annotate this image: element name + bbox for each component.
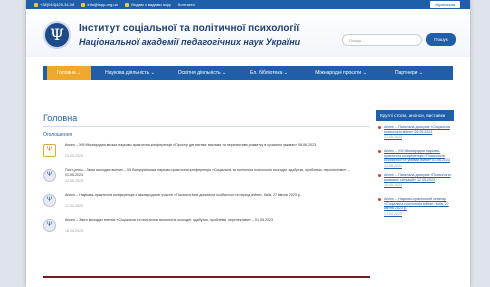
main-nav: Головна ⌄ Наукова діяльність ⌄ Освітня д… — [43, 66, 453, 80]
news-thumbnail-icon: Ψ — [43, 144, 56, 157]
news-thumbnail-icon: Ψ — [43, 219, 56, 232]
language-select[interactable]: Українська — [430, 1, 460, 8]
sidebar-link[interactable]: Анонс – XIII Міжнародна науково-практичн… — [376, 145, 454, 169]
nav-item-education[interactable]: Освітня діяльність ⌄ — [167, 66, 237, 80]
sidebar-date: 22.05.2023 — [384, 163, 402, 168]
institute-logo[interactable]: Ψ — [43, 21, 71, 49]
search-input[interactable]: Пошук... — [342, 34, 422, 46]
sidebar-date: 10.05.2023 — [384, 183, 402, 188]
list-item[interactable]: Ψ Анонс – XIII Міжнародна міська науково… — [43, 142, 370, 164]
nav-item-research[interactable]: Наукова діяльність ⌄ — [95, 66, 165, 80]
nav-item-international[interactable]: Міжнародні проєкти ⌄ — [301, 66, 381, 80]
sidebar-date: 23.05.2023 — [384, 135, 402, 140]
news-title[interactable]: Анонс – Звіти молодих вчених «Соціальна … — [65, 218, 365, 223]
sidebar-link[interactable]: Анонс – Панельна дискусія «Психологія кр… — [376, 169, 454, 193]
news-date: 22.05.2023 — [65, 179, 83, 183]
bullet-icon — [378, 126, 381, 129]
content-divider — [43, 276, 370, 278]
list-item[interactable]: Ψ Анонс – Звіти молодих вчених «Соціальн… — [43, 217, 370, 239]
top-bar: +38(044)425-34-08 info@ispp.org.ua Людям… — [26, 0, 470, 9]
bullet-icon — [378, 150, 381, 153]
nav-item-library[interactable]: Ел. бібліотека ⌄ — [239, 66, 299, 80]
news-date: 16.04.2023 — [65, 229, 83, 233]
page-frame: +38(044)425-34-08 info@ispp.org.ua Людям… — [26, 0, 470, 287]
accessibility-link[interactable]: Людям з вадами зору — [124, 0, 171, 9]
news-date: 23.05.2023 — [65, 154, 83, 158]
phone-link[interactable]: +38(044)425-34-08 — [34, 0, 74, 9]
nav-item-home[interactable]: Головна ⌄ — [47, 66, 91, 80]
news-title[interactable]: Пост-реліз – Звіти молодих вчених – VII … — [65, 168, 365, 178]
sidebar-link-text[interactable]: Анонс – Панельна дискусія «Психологія кр… — [384, 173, 451, 182]
accessibility-text: Людям з вадами зору — [130, 2, 171, 7]
news-date: 17.04.2023 — [65, 204, 83, 208]
page-title: Головна — [43, 110, 370, 127]
news-title[interactable]: Анонс – Наукова–практична конференція з … — [65, 193, 365, 198]
site-header: Ψ Інститут соціальної та політичної псих… — [26, 9, 470, 57]
bullet-icon — [378, 174, 381, 177]
news-title[interactable]: Анонс – XIII Міжнародна міська науково-п… — [65, 143, 365, 148]
sidebar-date: 17.04.2023 — [384, 211, 402, 216]
search-button[interactable]: Пошук — [426, 33, 456, 46]
phone-text: +38(044)425-34-08 — [40, 2, 75, 7]
sidebar-link-text[interactable]: Анонс – Науково-практичний семінар «Соці… — [384, 197, 449, 210]
email-text: info@ispp.org.ua — [87, 2, 118, 7]
section-label: Оголошення — [43, 132, 73, 138]
email-link[interactable]: info@ispp.org.ua — [81, 0, 118, 9]
nav-item-partners[interactable]: Партнери ⌄ — [383, 66, 435, 80]
mail-icon — [81, 2, 86, 7]
sidebar-link-text[interactable]: Анонс – Панельна дискусія «Соціальна пси… — [384, 125, 450, 134]
sidebar-heading: Круглі столи, анонси, виставки — [376, 110, 454, 121]
bullet-icon — [378, 198, 381, 201]
phone-icon — [34, 2, 38, 7]
sidebar-link[interactable]: Анонс – Науково-практичний семінар «Соці… — [376, 193, 454, 217]
sidebar: Круглі столи, анонси, виставки Анонс – П… — [376, 110, 454, 217]
contacts-link[interactable]: Контакти — [178, 0, 195, 9]
sidebar-link[interactable]: Анонс – Панельна дискусія «Соціальна пси… — [376, 121, 454, 145]
sidebar-link-text[interactable]: Анонс – XIII Міжнародна науково-практичн… — [384, 149, 450, 162]
list-item[interactable]: Ψ Анонс – Наукова–практична конференція … — [43, 192, 370, 214]
site-title-line2: Національної академії педагогічних наук … — [79, 37, 301, 47]
eye-icon — [124, 2, 129, 7]
news-thumbnail-icon: Ψ — [43, 194, 56, 207]
news-thumbnail-icon: Ψ — [43, 169, 56, 182]
list-item[interactable]: Ψ Пост-реліз – Звіти молодих вчених – VI… — [43, 167, 370, 189]
site-title-line1: Інститут соціальної та політичної психол… — [79, 23, 300, 34]
main-content: Головна Оголошення Ψ Анонс – XIII Міжнар… — [43, 110, 370, 242]
